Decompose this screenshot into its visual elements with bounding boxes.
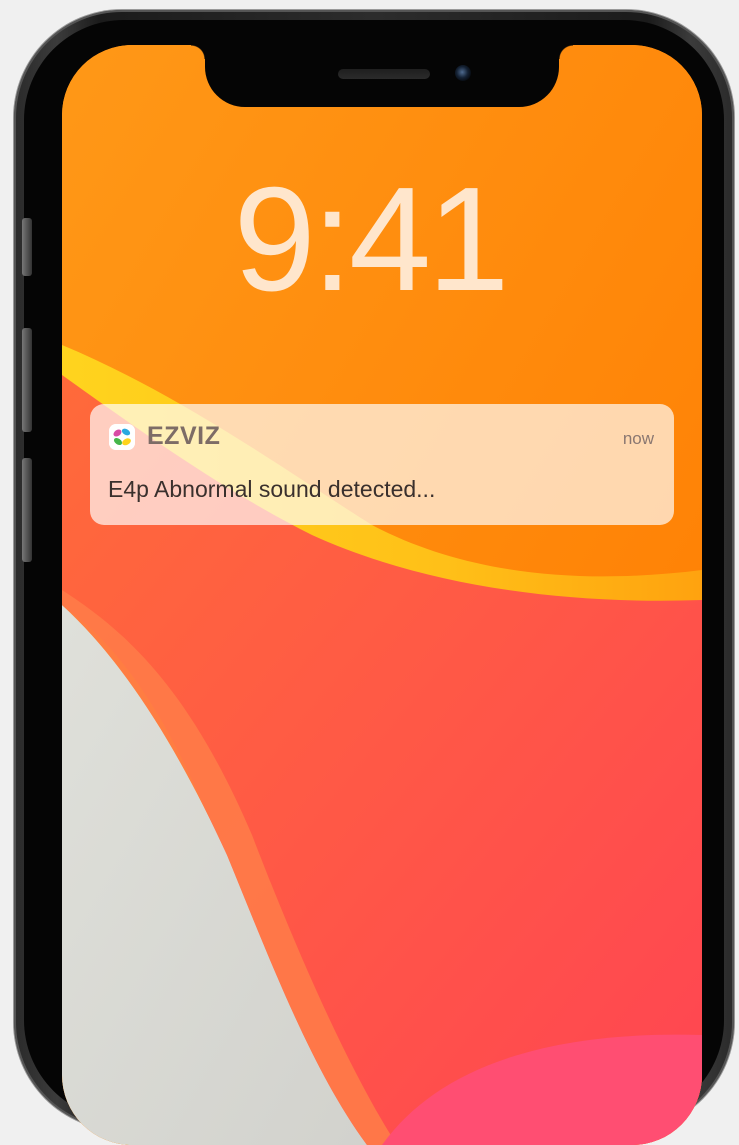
notification-time: now: [622, 429, 654, 448]
ezviz-logo-icon: [109, 424, 135, 450]
earpiece-speaker: [338, 69, 430, 79]
notification-app-name: EZVIZ: [147, 422, 221, 450]
volume-up-button: [22, 328, 32, 432]
lock-screen-time: 9:41: [233, 157, 509, 322]
front-camera: [455, 65, 471, 81]
notch: [191, 45, 573, 107]
notification-card[interactable]: EZVIZ now E4p Abnormal sound detected...: [90, 404, 674, 525]
volume-down-button: [22, 458, 32, 562]
notification-message: E4p Abnormal sound detected...: [108, 476, 436, 502]
